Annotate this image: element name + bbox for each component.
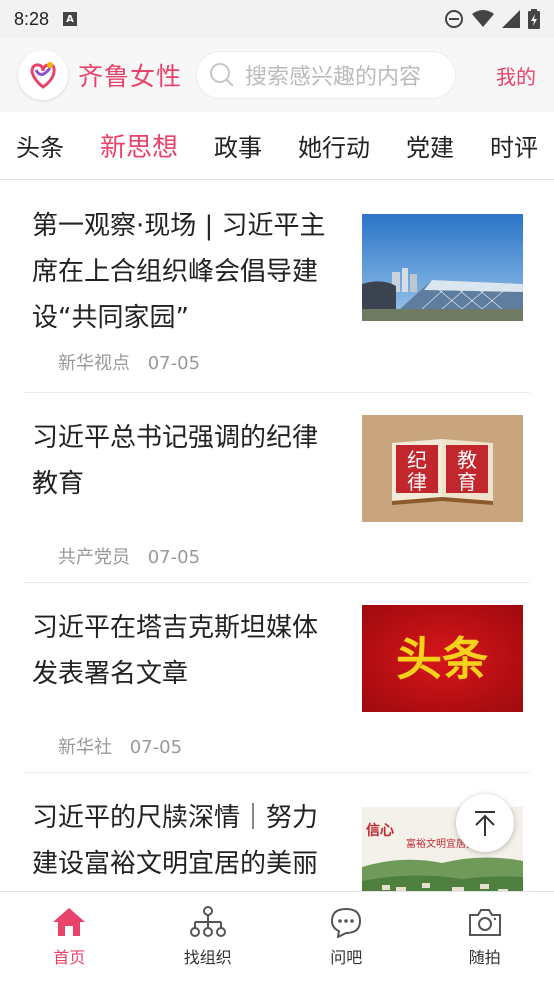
article-meta: 新华社 07-05 [58, 733, 182, 759]
article-date: 07-05 [147, 353, 201, 374]
tab-party-building[interactable]: 党建 [388, 128, 472, 163]
nav-ask-label: 问吧 [330, 948, 363, 967]
search-placeholder: 搜索感兴趣的内容 [245, 65, 422, 90]
status-bar: 8:28 A [0, 0, 554, 38]
arrow-up-icon [475, 811, 495, 836]
tab-commentary[interactable]: 时评 [472, 128, 554, 163]
book-text-left-top: 纪 [407, 448, 427, 472]
book-text-left-bottom: 律 [407, 470, 427, 494]
nav-snapshot-label: 随拍 [468, 948, 501, 967]
book-text-right-top: 教 [457, 448, 477, 472]
status-time: 8:28 [14, 8, 50, 29]
article-thumbnail [362, 214, 523, 321]
bottom-navigation: 首页 找组织 问吧 随拍 [0, 891, 554, 984]
tab-new-thought[interactable]: 新思想 [82, 127, 196, 164]
book-text-right-bottom: 育 [457, 470, 477, 494]
wifi-icon [472, 10, 494, 27]
signal-icon [502, 10, 520, 28]
headline-banner-text: 头条 [396, 632, 488, 686]
article-source: 共产党员 [58, 547, 130, 568]
app-logo[interactable] [18, 50, 68, 100]
do-not-disturb-icon [445, 10, 463, 28]
nav-home-label: 首页 [53, 948, 86, 967]
article-feed: 第一观察·现场 | 习近平主席在上合组织峰会倡导建设“共同家园” 新华视点 07… [0, 181, 554, 891]
article-meta: 新华视点 07-05 [58, 349, 200, 375]
headline-banner-image: 头条 [362, 605, 523, 712]
article-item[interactable]: 习近平在塔吉克斯坦媒体发表署名文章 新华社 07-05 头条 [24, 583, 530, 773]
nav-find-organization-label: 找组织 [183, 948, 232, 967]
article-date: 07-05 [147, 547, 201, 568]
article-title: 习近平总书记强调的纪律教育 [32, 423, 319, 499]
tab-politics[interactable]: 政事 [196, 128, 280, 163]
article-date: 07-05 [129, 737, 183, 758]
article-item[interactable]: 习近平总书记强调的纪律教育 共产党员 07-05 纪 律 教 育 [24, 393, 530, 583]
thumb-text-confidence: 信心 [366, 822, 394, 839]
nav-home[interactable]: 首页 [0, 892, 139, 984]
article-source: 新华视点 [58, 353, 130, 374]
tab-headlines[interactable]: 头条 [0, 128, 82, 163]
article-source: 新华社 [58, 737, 112, 758]
nav-ask[interactable]: 问吧 [277, 892, 416, 984]
app-header: 齐鲁女性 搜索感兴趣的内容 我的 [0, 38, 554, 112]
article-thumbnail: 纪 律 教 育 [362, 415, 523, 522]
a-notification-icon: A [63, 12, 78, 26]
article-meta: 共产党员 07-05 [58, 543, 200, 569]
camera-icon [468, 909, 501, 936]
nav-snapshot[interactable]: 随拍 [416, 892, 554, 984]
article-title: 习近平在塔吉克斯坦媒体发表署名文章 [32, 613, 319, 689]
nav-find-organization[interactable]: 找组织 [139, 892, 278, 984]
article-thumbnail: 头条 [362, 605, 523, 712]
app-brand-name: 齐鲁女性 [78, 62, 183, 91]
chat-icon [331, 907, 362, 938]
logo-icon [30, 62, 56, 89]
home-icon [53, 908, 86, 936]
category-tabs: 头条 新思想 政事 她行动 党建 时评 [0, 112, 554, 180]
search-icon [210, 63, 234, 87]
article-title: 习近平的尺牍深情｜努力建设富裕文明宜居的美丽 [32, 803, 319, 879]
search-input[interactable]: 搜索感兴趣的内容 [196, 51, 457, 99]
battery-icon [528, 9, 540, 29]
organization-icon [189, 906, 226, 937]
back-to-top-button[interactable] [456, 794, 514, 852]
tab-her-action[interactable]: 她行动 [280, 128, 388, 163]
conference-building-photo [362, 214, 523, 321]
article-item[interactable]: 习近平的尺牍深情｜努力建设富裕文明宜居的美丽 信心 富裕文明宜居美丽乡 [24, 773, 530, 891]
my-profile-link[interactable]: 我的 [496, 61, 536, 90]
article-title: 第一观察·现场 | 习近平主席在上合组织峰会倡导建设“共同家园” [32, 211, 326, 333]
article-item[interactable]: 第一观察·现场 | 习近平主席在上合组织峰会倡导建设“共同家园” 新华视点 07… [24, 181, 530, 393]
discipline-education-book-image: 纪 律 教 育 [362, 415, 523, 522]
